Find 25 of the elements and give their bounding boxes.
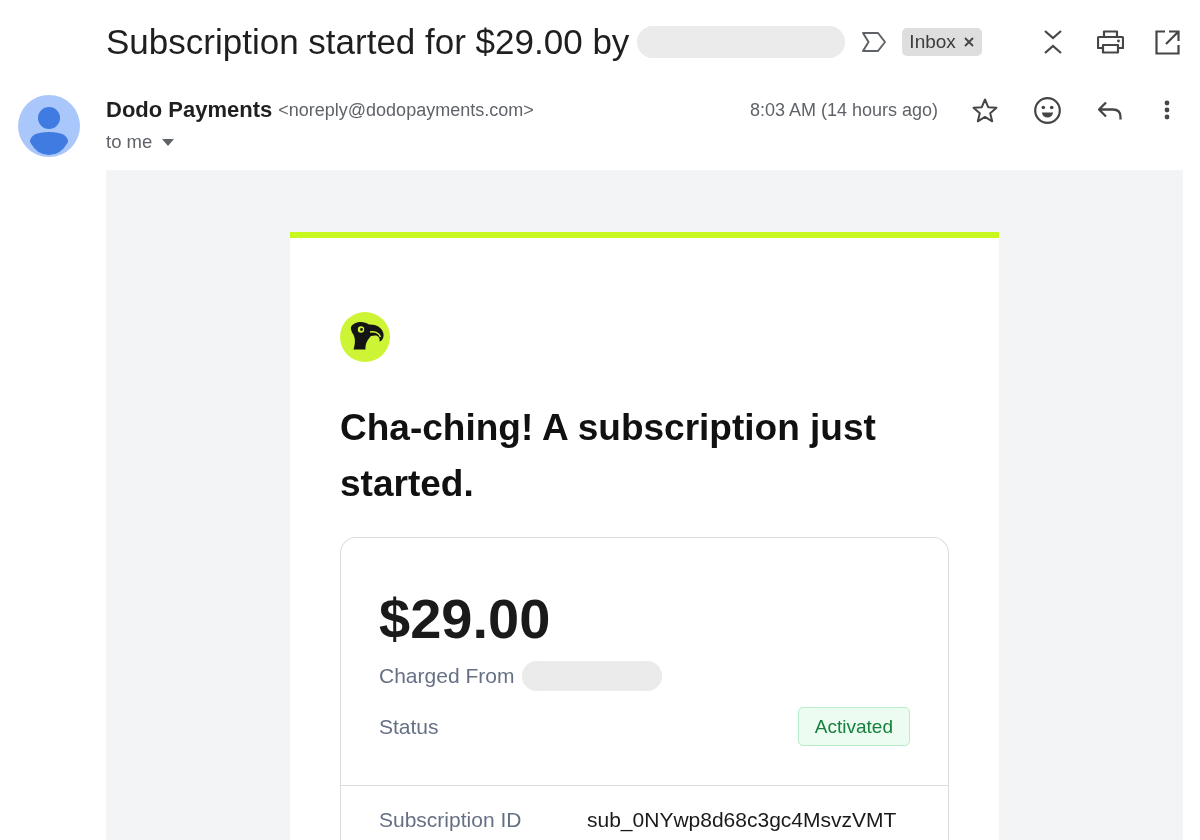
open-in-new-window-icon[interactable] — [1155, 29, 1180, 55]
charged-from-text: Charged From — [379, 664, 515, 688]
detail-label: Subscription ID — [379, 808, 523, 832]
more-options-icon[interactable] — [1164, 100, 1170, 120]
detail-value: sub_0NYwp8d68c3gc4MsvzVMT — [587, 808, 897, 832]
star-icon[interactable] — [972, 97, 998, 123]
emoji-icon[interactable] — [1034, 96, 1061, 124]
received-time: 8:03 AM (14 hours ago) — [749, 99, 938, 121]
remove-label-icon[interactable] — [963, 37, 974, 47]
sender-email: <noreply@dodopayments.com> — [278, 99, 534, 121]
avatar-icon — [18, 95, 80, 157]
status-badge: Activated — [797, 707, 910, 746]
email-heading: Cha-ching! A subscription just started. — [340, 406, 877, 506]
label-chip[interactable]: Inbox — [902, 28, 982, 56]
recipient-text: to me — [106, 131, 153, 153]
status-label: Status — [379, 714, 439, 739]
reply-icon[interactable] — [1097, 100, 1122, 120]
caret-icon[interactable] — [162, 138, 175, 146]
print-icon[interactable] — [1097, 30, 1124, 54]
email-subject: Subscription started for $29.00 by — [106, 22, 630, 62]
bird-logo-icon — [340, 312, 390, 362]
collapse-chevrons-icon[interactable] — [1042, 29, 1064, 55]
sender-name: Dodo Payments — [106, 97, 273, 123]
charged-amount: $29.00 — [379, 587, 552, 651]
importance-marker-icon[interactable] — [861, 31, 888, 53]
